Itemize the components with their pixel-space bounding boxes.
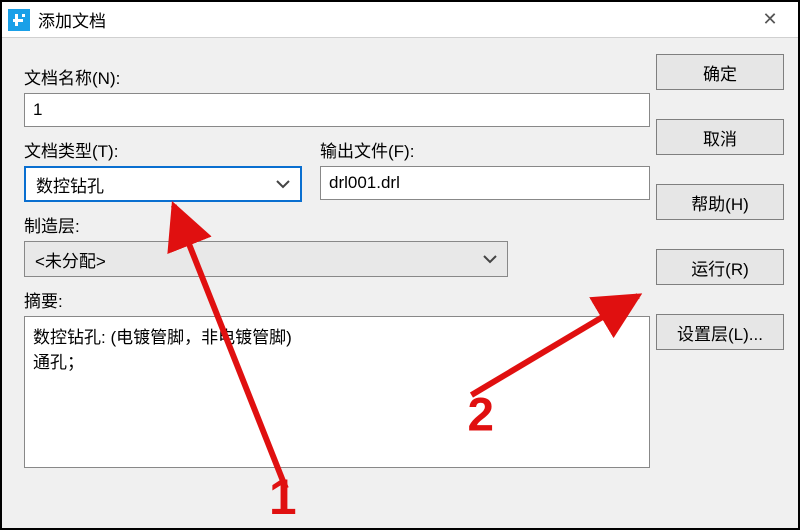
- doc-name-label: 文档名称(N):: [24, 64, 650, 89]
- summary-label: 摘要:: [24, 287, 650, 312]
- client-area: 文档名称(N): 文档类型(T): 数控钻孔 输出文件(F):: [4, 40, 796, 526]
- cancel-button[interactable]: 取消: [656, 119, 784, 155]
- output-file-input[interactable]: [320, 166, 650, 200]
- titlebar: 添加文档 ✕: [2, 2, 798, 38]
- summary-text[interactable]: [24, 316, 650, 468]
- output-file-label: 输出文件(F):: [320, 137, 650, 162]
- app-icon: [8, 9, 30, 31]
- close-icon: ✕: [762, 9, 777, 30]
- window-title: 添加文档: [38, 7, 748, 32]
- mfg-layer-label: 制造层:: [24, 212, 650, 237]
- doc-type-label: 文档类型(T):: [24, 137, 302, 162]
- close-button[interactable]: ✕: [748, 2, 792, 37]
- button-column: 确定 取消 帮助(H) 运行(R) 设置层(L)...: [656, 50, 788, 516]
- form-area: 文档名称(N): 文档类型(T): 数控钻孔 输出文件(F):: [12, 50, 656, 516]
- mfg-layer-value: <未分配>: [35, 247, 477, 272]
- mfg-layer-select[interactable]: <未分配>: [24, 241, 508, 277]
- chevron-down-icon: [270, 168, 296, 200]
- run-button[interactable]: 运行(R): [656, 249, 784, 285]
- dialog-window: 添加文档 ✕ 文档名称(N): 文档类型(T): 数控钻孔: [0, 0, 800, 530]
- doc-type-select[interactable]: 数控钻孔: [24, 166, 302, 202]
- help-button[interactable]: 帮助(H): [656, 184, 784, 220]
- set-layers-button[interactable]: 设置层(L)...: [656, 314, 784, 350]
- doc-name-input[interactable]: [24, 93, 650, 127]
- chevron-down-icon: [477, 242, 503, 276]
- ok-button[interactable]: 确定: [656, 54, 784, 90]
- doc-type-value: 数控钻孔: [36, 172, 270, 197]
